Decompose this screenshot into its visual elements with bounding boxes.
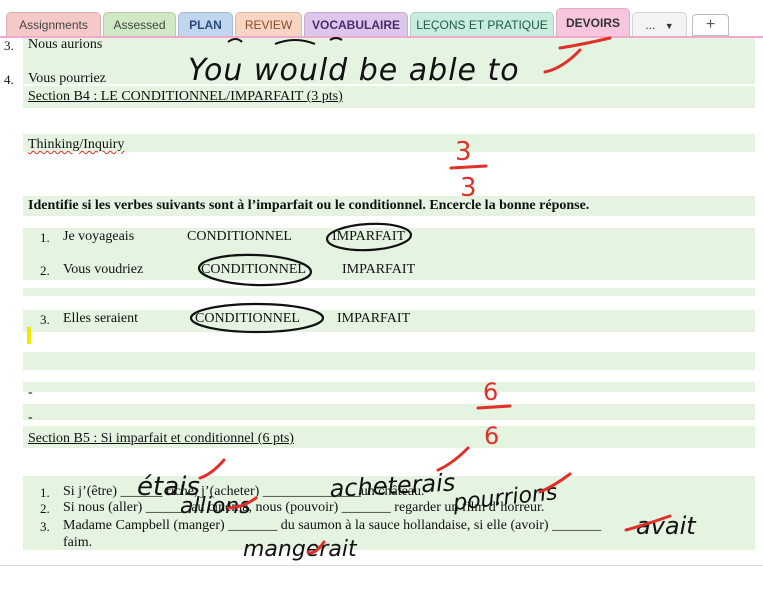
row-band	[23, 352, 755, 370]
question-3-text: Nous aurions	[28, 37, 103, 52]
chevron-down-icon: ▼	[664, 21, 674, 31]
answer-blank[interactable]: _______	[228, 518, 277, 533]
tab-lecons-et-pratique[interactable]: LEÇONS ET PRATIQUE	[410, 12, 554, 36]
tab-review[interactable]: REVIEW	[235, 12, 302, 36]
answer-blank[interactable]: ______	[121, 484, 163, 499]
sentence-part: Madame Campbell (manger)	[63, 518, 229, 533]
option-conditionnel: CONDITIONNEL	[201, 262, 306, 277]
tab-label: LEÇONS ET PRATIQUE	[416, 18, 548, 32]
tab-label: ...	[645, 18, 656, 32]
tab-label: PLAN	[189, 18, 222, 32]
b4-verb: Vous voudriez	[63, 262, 144, 277]
page-bottom-divider	[0, 565, 763, 566]
list-number: 3.	[40, 519, 50, 534]
b4-verb: Elles seraient	[63, 311, 139, 326]
sentence-part: Si nous (aller)	[63, 500, 146, 515]
list-number: 2.	[40, 263, 50, 278]
list-number: 1.	[40, 485, 50, 500]
instructions-text: Identifie si les verbes suivants sont à …	[28, 198, 590, 213]
sentence-part: au cinéma, nous (pouvoir)	[187, 500, 342, 515]
b5-sentence: Madame Campbell (manger) _______ du saum…	[63, 518, 601, 534]
answer-blank[interactable]: ______________	[263, 484, 361, 499]
list-number: 1.	[40, 230, 50, 245]
plus-icon: +	[705, 16, 716, 33]
option-imparfait: IMPARFAIT	[342, 262, 416, 277]
tab-label: REVIEW	[244, 18, 293, 32]
row-band	[23, 382, 755, 392]
tab-label: VOCABULAIRE	[311, 18, 400, 32]
note-page[interactable]: 3. Nous aurions 4. Vous pourriez Section…	[0, 37, 763, 568]
b4-verb: Je voyageais	[63, 229, 135, 244]
list-number: 3.	[40, 312, 50, 327]
row-band	[23, 68, 755, 84]
question-4-text: Vous pourriez	[28, 71, 106, 86]
dash-line: -	[28, 385, 33, 400]
row-band	[23, 404, 755, 420]
text-cursor-highlight	[27, 327, 31, 344]
sentence-part: du saumon à la sauce hollandaise, si ell…	[277, 518, 553, 533]
sentence-part: Si j’(être)	[63, 484, 121, 499]
sentence-part: riche, j’(acheter)	[162, 484, 263, 499]
list-number: 4.	[4, 72, 14, 87]
section-b5-title: Section B5 : Si imparfait et conditionne…	[28, 431, 294, 446]
tab-vocabulaire[interactable]: VOCABULAIRE	[304, 12, 408, 36]
tab-label: Assignments	[19, 18, 88, 32]
option-conditionnel: CONDITIONNEL	[195, 311, 300, 326]
answer-blank[interactable]: _______	[552, 518, 601, 533]
section-tab-bar: Assignments Assessed PLAN REVIEW VOCABUL…	[0, 0, 763, 38]
section-b4-title: Section B4 : LE CONDITIONNEL/IMPARFAIT (…	[28, 89, 343, 104]
add-section-button[interactable]: +	[692, 14, 729, 36]
tab-devoirs[interactable]: DEVOIRS	[556, 8, 630, 38]
b5-sentence: Si nous (aller) ______ au cinéma, nous (…	[63, 500, 544, 516]
option-imparfait: IMPARFAIT	[337, 311, 411, 326]
answer-blank[interactable]: _______	[342, 500, 391, 515]
dash-line: -	[28, 410, 33, 425]
thinking-inquiry-label: Thinking/Inquiry	[28, 137, 125, 152]
sentence-part: faim.	[63, 535, 93, 550]
answer-blank[interactable]: ______	[146, 500, 188, 515]
sentence-part: regarder un film d’horreur.	[390, 500, 545, 515]
tab-plan[interactable]: PLAN	[178, 12, 233, 36]
tab-assessed[interactable]: Assessed	[103, 12, 176, 36]
b5-sentence: Si j’(être) ______ riche, j’(acheter) __…	[63, 484, 425, 500]
list-number: 2.	[40, 501, 50, 516]
tab-assignments[interactable]: Assignments	[6, 12, 101, 36]
tab-more-sections[interactable]: ... ▼	[632, 12, 687, 36]
option-conditionnel: CONDITIONNEL	[187, 229, 292, 244]
row-band	[23, 134, 755, 152]
row-band	[23, 38, 755, 68]
option-imparfait: IMPARFAIT	[332, 229, 406, 244]
sentence-part: un château.	[360, 484, 425, 499]
row-band	[23, 288, 755, 296]
tab-label: Assessed	[113, 18, 166, 32]
tab-label: DEVOIRS	[565, 16, 620, 30]
list-number: 3.	[4, 38, 14, 53]
